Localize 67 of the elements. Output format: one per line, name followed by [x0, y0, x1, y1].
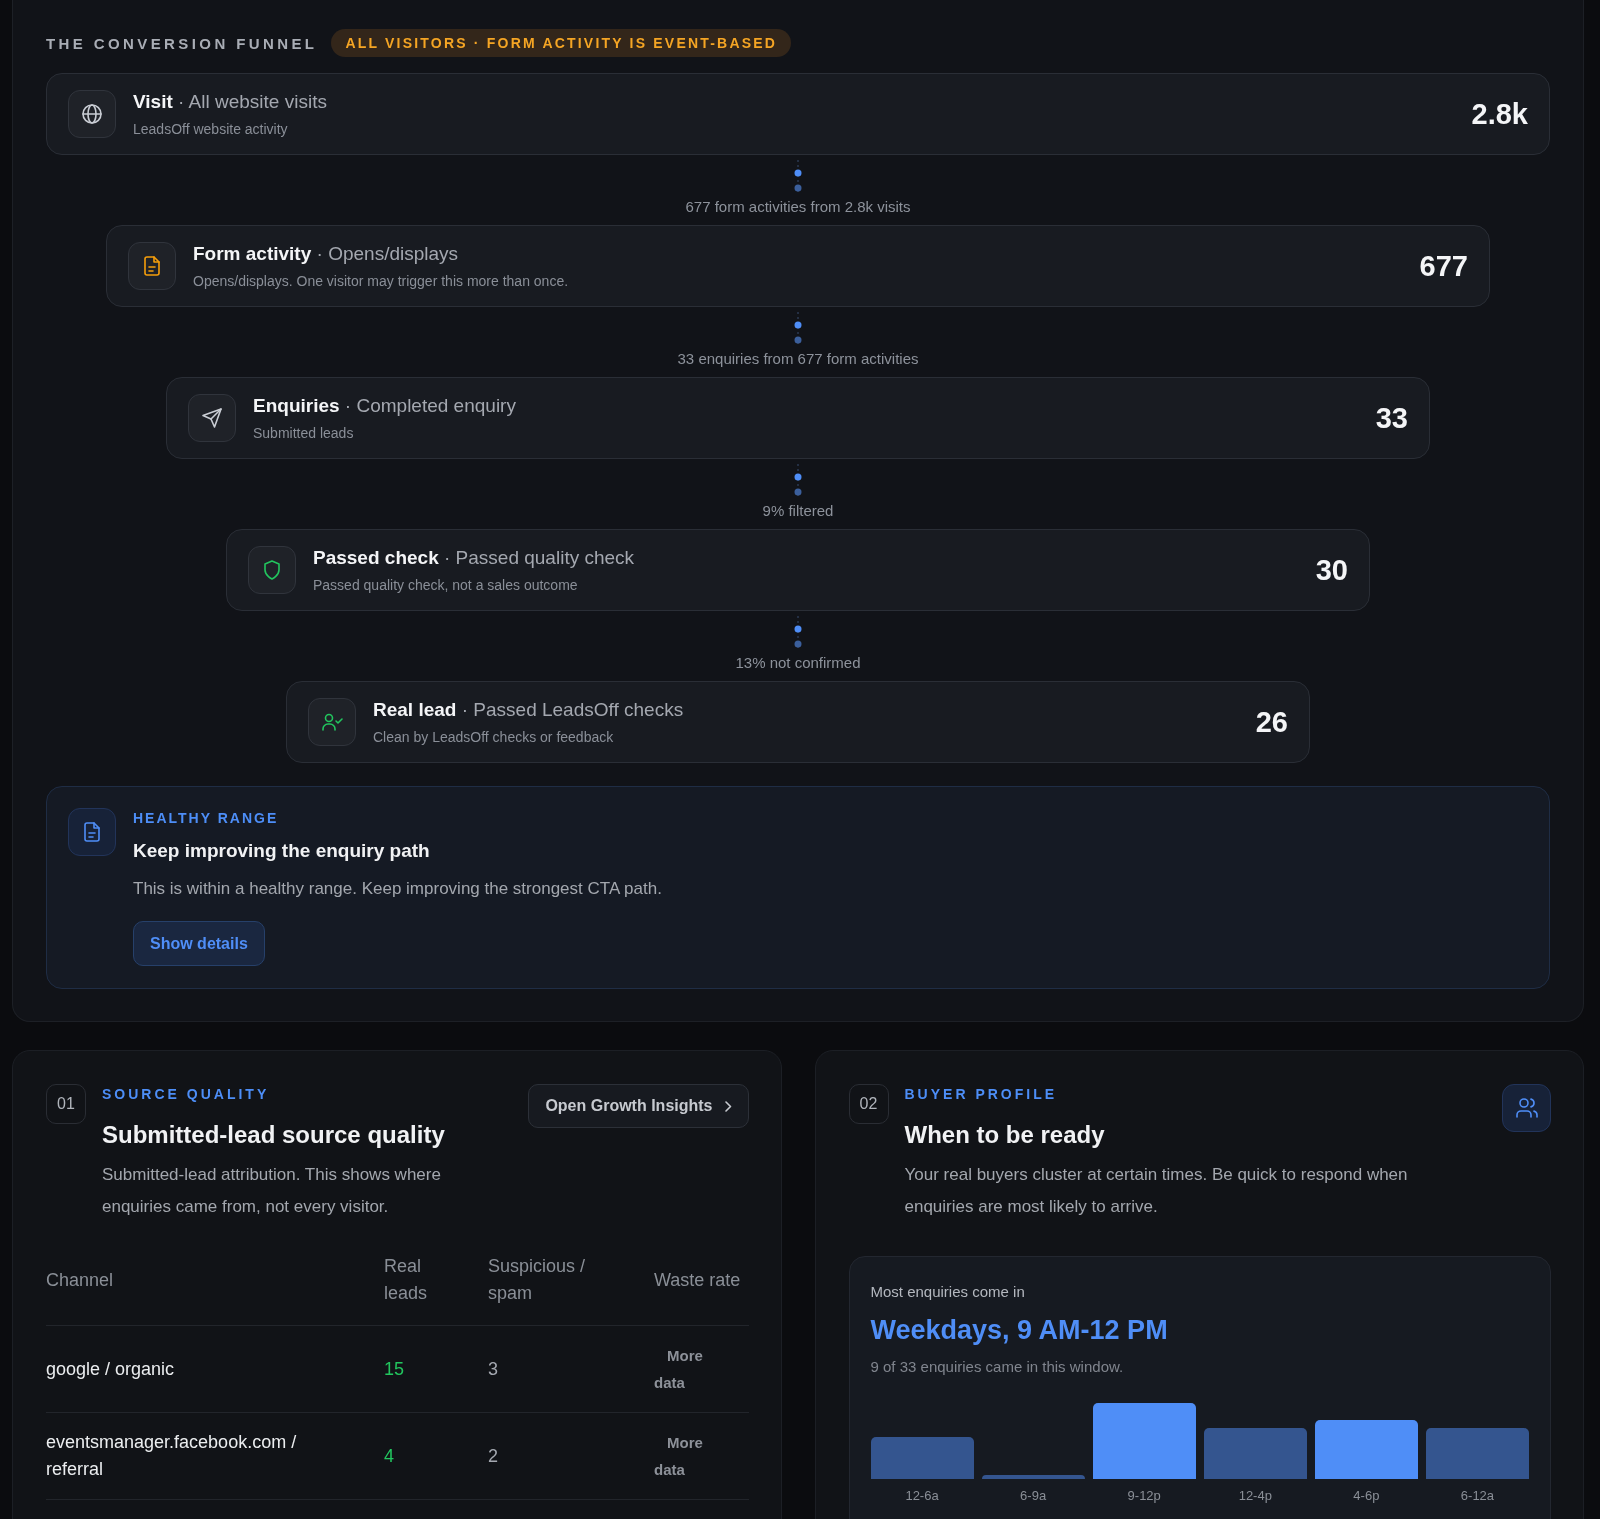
section-number: 01 — [46, 1084, 86, 1124]
peak-detail: 9 of 33 enquiries came in this window. — [870, 1357, 1125, 1377]
step-title: Visit · All website visits — [133, 90, 328, 114]
section-heading: THE CONVERSION FUNNEL — [46, 34, 318, 52]
step-value: 30 — [1315, 553, 1348, 587]
shield-icon — [248, 546, 296, 594]
transition-label: 13% not confirmed — [735, 654, 861, 672]
globe-icon — [68, 90, 116, 138]
show-details-button[interactable]: Show details — [133, 921, 265, 966]
column-header: Suspicious / spam — [488, 1255, 587, 1305]
peak-caption: Most enquiries come in — [870, 1282, 1026, 1302]
step-note: Submitted leads — [253, 424, 355, 442]
step-note: LeadsOff website activity — [133, 120, 289, 138]
table-cell-text: eventsmanager.facebook.com / referral — [46, 1431, 298, 1481]
insight-title: Keep improving the enquiry path — [133, 839, 430, 863]
table-cell-text: More data — [654, 1433, 704, 1480]
section-number: 02 — [848, 1084, 889, 1124]
chevron-right-icon — [724, 1100, 732, 1112]
bar-label: 12-6a — [904, 1488, 940, 1504]
table-cell-text: 2 — [488, 1444, 499, 1468]
connector-icon — [794, 616, 802, 650]
section-title: Submitted-lead source quality — [102, 1120, 446, 1150]
bar-label: 6-12a — [1459, 1488, 1496, 1504]
scope-badge: ALL VISITORS · FORM ACTIVITY IS EVENT-BASED — [331, 29, 792, 57]
bar-label: 4-6p — [1352, 1488, 1381, 1504]
open-growth-insights-button[interactable]: Open Growth Insights — [528, 1084, 749, 1128]
transition-label: 9% filtered — [762, 502, 834, 520]
column-header: Waste rate — [654, 1268, 742, 1292]
bar-label: 6-9a — [1019, 1488, 1048, 1504]
step-note: Opens/displays. One visitor may trigger this more than once. — [193, 272, 570, 290]
section-description: Your real buyers cluster at certain times. Be quick to respond when enquiries are most likely to arrive. — [904, 1164, 1409, 1218]
section-title: When to be ready — [904, 1120, 1106, 1150]
step-value: 677 — [1419, 249, 1468, 283]
table-cell-text: 4 — [384, 1444, 395, 1468]
document-icon — [128, 242, 176, 290]
transition-label: 33 enquiries from 677 form activities — [677, 350, 919, 368]
bar-label: 9-12p — [1126, 1488, 1162, 1504]
step-title: Passed check · Passed quality check — [313, 546, 636, 570]
user-check-icon — [308, 698, 356, 746]
column-header: Real leads — [384, 1255, 429, 1305]
step-value: 26 — [1255, 705, 1288, 739]
transition-label: 677 form activities from 2.8k visits — [685, 198, 911, 216]
users-icon — [1502, 1084, 1551, 1132]
section-label: BUYER PROFILE — [904, 1085, 1059, 1104]
table-cell-text: More data — [654, 1346, 704, 1393]
step-title: Enquiries · Completed enquiry — [253, 394, 517, 418]
step-note: Clean by LeadsOff checks or feedback — [373, 728, 615, 746]
table-cell-text: google / organic — [46, 1357, 176, 1381]
connector-icon — [794, 160, 802, 194]
bar-label: 12-4p — [1237, 1488, 1273, 1504]
step-title: Real lead · Passed LeadsOff checks — [373, 698, 685, 722]
section-description: Submitted-lead attribution. This shows where enquiries came from, not every visitor. — [102, 1164, 442, 1218]
connector-icon — [794, 312, 802, 346]
step-title: Form activity · Opens/displays — [193, 242, 460, 266]
table-cell-text: 3 — [488, 1357, 499, 1381]
step-value: 33 — [1375, 401, 1408, 435]
step-value: 2.8k — [1471, 97, 1528, 131]
insight-text: This is within a healthy range. Keep improving the strongest CTA path. — [133, 878, 662, 900]
paper-plane-icon — [188, 394, 236, 442]
connector-icon — [794, 464, 802, 498]
step-note: Passed quality check, not a sales outcome — [313, 576, 579, 594]
document-icon — [68, 808, 116, 856]
insight-label: HEALTHY RANGE — [133, 809, 279, 828]
section-label: SOURCE QUALITY — [102, 1085, 271, 1104]
peak-window: Weekdays, 9 AM-12 PM — [870, 1313, 1529, 1347]
table-cell-text: 15 — [384, 1357, 406, 1381]
column-header: Channel — [46, 1268, 115, 1292]
